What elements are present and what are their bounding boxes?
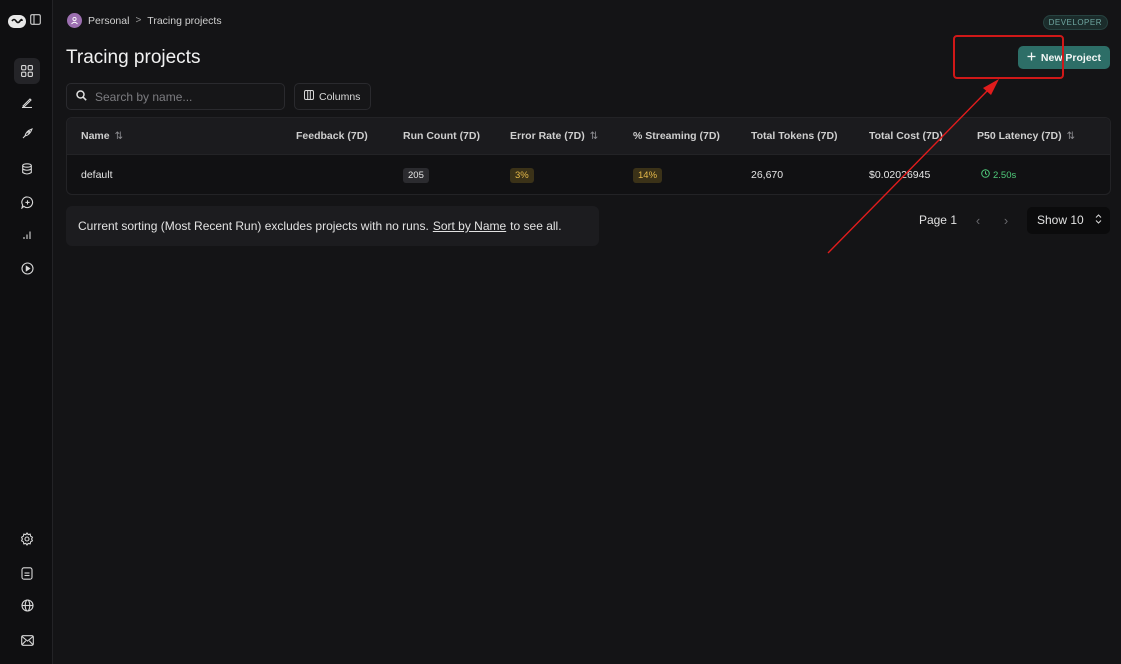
document-icon[interactable] bbox=[14, 560, 40, 586]
breadcrumb-workspace[interactable]: Personal bbox=[88, 15, 129, 27]
cell-total-cost: $0.02026945 bbox=[869, 169, 931, 181]
mail-icon[interactable] bbox=[14, 627, 40, 653]
column-header-error-rate[interactable]: Error Rate (7D) ⇅ bbox=[510, 118, 598, 154]
play-circle-icon[interactable] bbox=[14, 255, 40, 281]
sort-by-name-link[interactable]: Sort by Name bbox=[433, 219, 506, 233]
breadcrumb: Personal > Tracing projects bbox=[67, 13, 222, 28]
developer-badge: DEVELOPER bbox=[1042, 15, 1108, 30]
settings-icon[interactable] bbox=[14, 526, 40, 552]
bar-chart-icon[interactable] bbox=[14, 222, 40, 248]
page-label: Page 1 bbox=[918, 213, 957, 227]
database-icon[interactable] bbox=[14, 156, 40, 182]
breadcrumb-separator: > bbox=[135, 15, 142, 26]
chevron-right-icon[interactable]: › bbox=[995, 207, 1017, 233]
latency-value: 2.50s bbox=[993, 169, 1017, 181]
chat-add-icon[interactable] bbox=[14, 189, 40, 215]
page-title: Tracing projects bbox=[66, 47, 201, 68]
table-row[interactable]: default 205 3% 14% 26,670 $0.02026945 2.… bbox=[67, 155, 1110, 194]
avatar[interactable] bbox=[67, 13, 82, 28]
run-count-badge: 205 bbox=[403, 167, 429, 183]
column-header-total-tokens[interactable]: Total Tokens (7D) bbox=[751, 118, 838, 154]
sort-icon[interactable]: ⇅ bbox=[1067, 131, 1075, 142]
notice-text: Current sorting (Most Recent Run) exclud… bbox=[78, 219, 429, 233]
cell-total-tokens: 26,670 bbox=[751, 169, 784, 181]
chevron-up-down-icon bbox=[1095, 213, 1102, 227]
search-input[interactable] bbox=[95, 89, 265, 104]
projects-table: Name ⇅ Feedback (7D) Run Count (7D) Error… bbox=[66, 117, 1111, 195]
panel-toggle-icon[interactable] bbox=[30, 14, 41, 28]
column-header-feedback[interactable]: Feedback (7D) bbox=[296, 118, 368, 154]
search-box bbox=[66, 83, 285, 110]
main-content: Personal > Tracing projects DEVELOPER Tr… bbox=[53, 0, 1121, 664]
notice-text-end: to see all. bbox=[510, 219, 562, 233]
columns-icon bbox=[304, 90, 314, 103]
table-header: Name ⇅ Feedback (7D) Run Count (7D) Error… bbox=[67, 118, 1110, 155]
columns-button[interactable]: Columns bbox=[294, 83, 371, 110]
columns-label: Columns bbox=[319, 90, 361, 103]
chevron-left-icon[interactable]: ‹ bbox=[967, 207, 989, 233]
pen-icon[interactable] bbox=[14, 89, 40, 115]
logo-icon[interactable] bbox=[8, 14, 26, 28]
column-header-streaming[interactable]: % Streaming (7D) bbox=[633, 118, 720, 154]
column-header-p50-latency[interactable]: P50 Latency (7D) ⇅ bbox=[977, 118, 1075, 154]
page-size-label: Show 10 bbox=[1037, 213, 1084, 227]
column-header-name[interactable]: Name ⇅ bbox=[81, 118, 123, 154]
clock-icon bbox=[981, 169, 990, 181]
sort-icon[interactable]: ⇅ bbox=[115, 131, 123, 142]
cell-name[interactable]: default bbox=[81, 155, 113, 194]
sidebar bbox=[0, 0, 53, 664]
latency-badge: 2.50s bbox=[981, 169, 1016, 181]
grid-icon[interactable] bbox=[14, 58, 40, 84]
sidebar-header bbox=[8, 14, 41, 28]
search-icon bbox=[76, 89, 87, 104]
sorting-notice: Current sorting (Most Recent Run) exclud… bbox=[66, 206, 599, 246]
rocket-icon[interactable] bbox=[14, 121, 40, 147]
cell-error-rate: 3% bbox=[510, 155, 534, 194]
column-header-total-cost[interactable]: Total Cost (7D) bbox=[869, 118, 943, 154]
cell-p50-latency: 2.50s bbox=[981, 155, 1016, 194]
cell-run-count: 205 bbox=[403, 155, 429, 194]
sort-icon[interactable]: ⇅ bbox=[590, 131, 598, 142]
error-rate-badge: 3% bbox=[510, 167, 534, 183]
highlight-box bbox=[953, 35, 1064, 79]
pagination: Page 1 ‹ › Show 10 bbox=[919, 206, 1110, 234]
streaming-badge: 14% bbox=[633, 167, 663, 183]
breadcrumb-current: Tracing projects bbox=[147, 14, 222, 27]
column-header-run-count[interactable]: Run Count (7D) bbox=[403, 118, 480, 154]
globe-icon[interactable] bbox=[14, 592, 40, 618]
cell-streaming: 14% bbox=[633, 155, 663, 194]
page-size-select[interactable]: Show 10 bbox=[1027, 206, 1110, 234]
